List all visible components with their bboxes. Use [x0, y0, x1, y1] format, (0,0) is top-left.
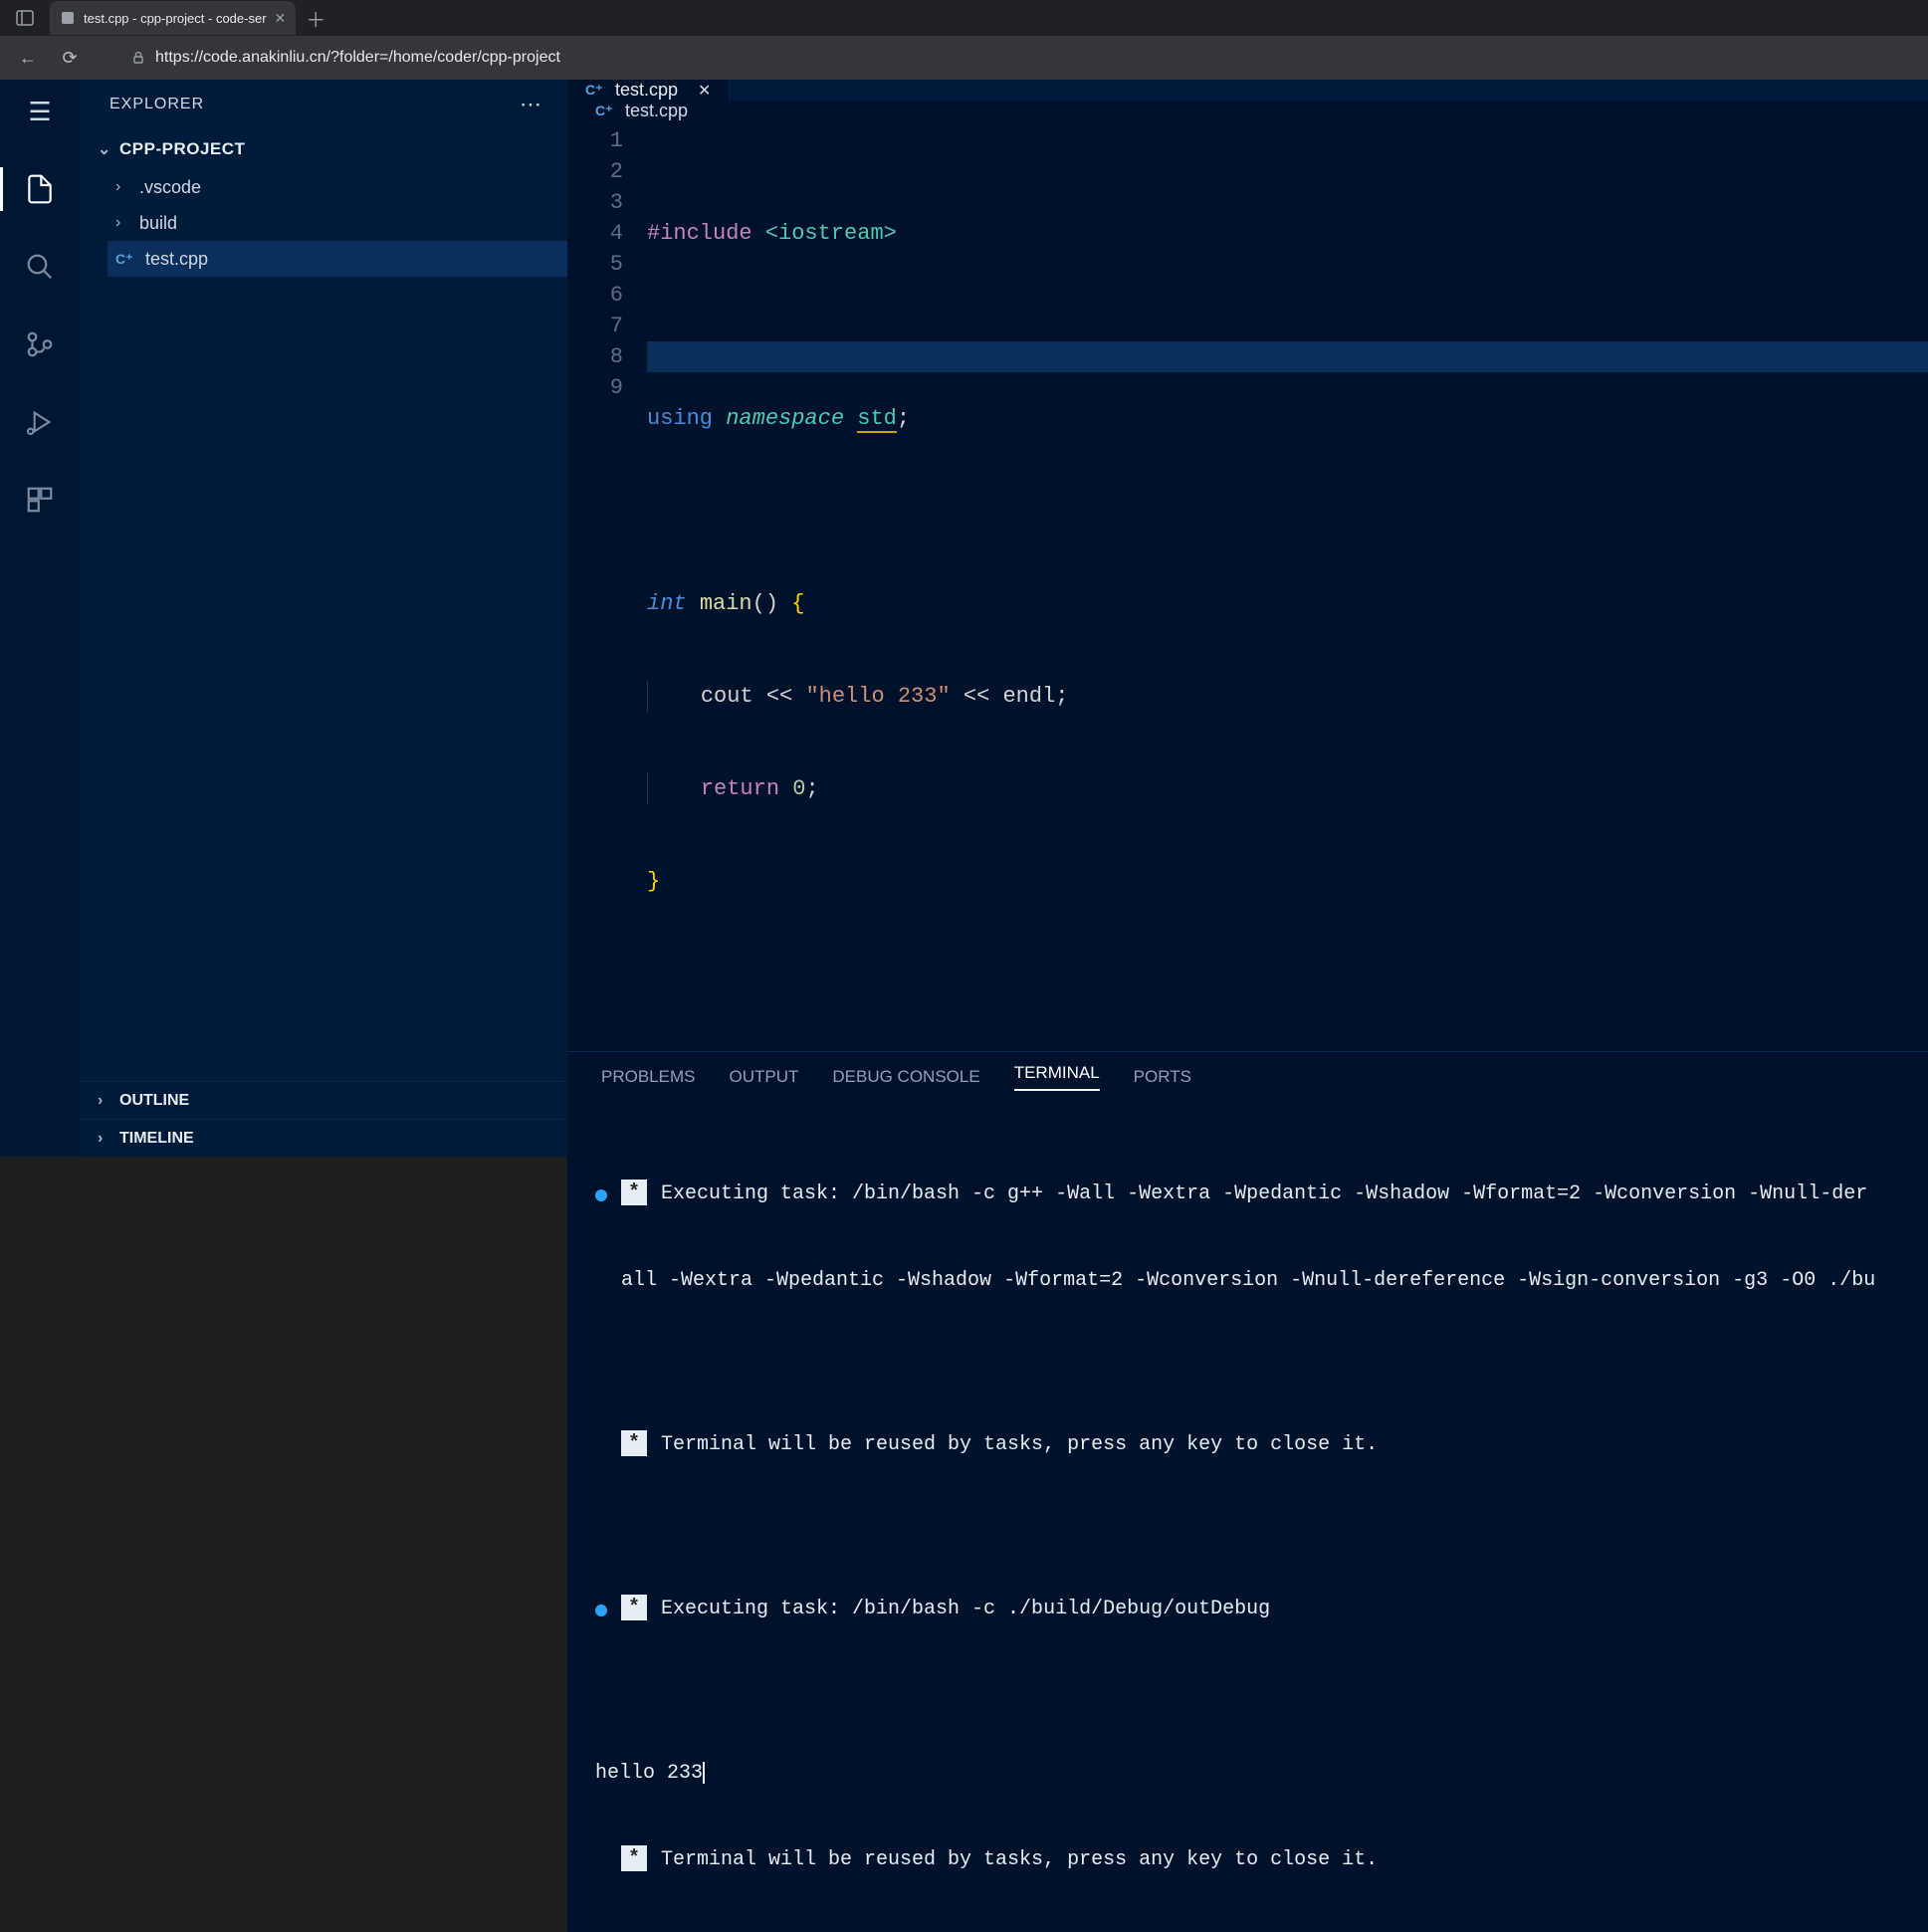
source-control-icon[interactable]	[16, 321, 64, 368]
browser-tab-title: test.cpp - cpp-project - code-ser	[84, 11, 267, 26]
file-tree: › .vscode › build C⁺ test.cpp	[80, 169, 567, 277]
chevron-right-icon: ›	[115, 178, 129, 196]
vscode-app: ☰ EXPLORER ⋯ ⌄ CPP-PROJECT › .vsc	[0, 80, 1928, 1157]
cpp-file-icon: C⁺	[115, 251, 135, 268]
refresh-button[interactable]: ⟳	[56, 48, 84, 69]
tab-ports[interactable]: PORTS	[1134, 1067, 1191, 1087]
address-bar: ← ⟳ https://code.anakinliu.cn/?folder=/h…	[0, 36, 1928, 80]
code-editor[interactable]: 123456789 #include <iostream> using name…	[567, 121, 1928, 1051]
tab-terminal[interactable]: TERMINAL	[1014, 1063, 1100, 1091]
editor-area: C⁺ test.cpp ✕ C⁺ test.cpp 123456789 #inc…	[567, 80, 1928, 1157]
breadcrumb[interactable]: C⁺ test.cpp	[567, 101, 1928, 121]
more-actions-icon[interactable]: ⋯	[520, 92, 543, 117]
search-icon[interactable]	[16, 243, 64, 291]
url-field[interactable]: https://code.anakinliu.cn/?folder=/home/…	[131, 49, 1914, 67]
tree-item-label: test.cpp	[145, 249, 208, 270]
cursor-icon	[703, 1762, 705, 1784]
terminal-line: hello 233	[595, 1759, 1900, 1788]
folder-header[interactable]: ⌄ CPP-PROJECT	[80, 129, 567, 169]
section-label: TIMELINE	[119, 1130, 194, 1148]
task-badge: *	[621, 1845, 647, 1871]
terminal-line: Terminal will be reused by tasks, press …	[661, 1845, 1900, 1874]
panel-tabs: PROBLEMS OUTPUT DEBUG CONSOLE TERMINAL P…	[567, 1052, 1928, 1102]
editor-tabs: C⁺ test.cpp ✕	[567, 80, 1928, 101]
browser-chrome: test.cpp - cpp-project - code-ser ✕ ＋ ← …	[0, 0, 1928, 80]
terminal-line: Terminal will be reused by tasks, press …	[661, 1430, 1900, 1459]
terminal-output[interactable]: * Executing task: /bin/bash -c g++ -Wall…	[567, 1102, 1928, 1932]
close-icon[interactable]: ✕	[698, 81, 711, 101]
chevron-right-icon: ›	[115, 214, 129, 232]
task-indicator-icon	[595, 1189, 607, 1201]
task-indicator-icon	[595, 1605, 607, 1616]
breadcrumb-label: test.cpp	[625, 101, 688, 121]
chevron-right-icon: ›	[98, 1130, 111, 1148]
line-numbers: 123456789	[567, 125, 647, 1051]
browser-tab[interactable]: test.cpp - cpp-project - code-ser ✕	[50, 1, 296, 35]
new-tab-button[interactable]: ＋	[306, 4, 325, 33]
editor-tab-label: test.cpp	[615, 80, 678, 101]
lock-icon	[131, 51, 145, 65]
cpp-file-icon: C⁺	[595, 103, 615, 119]
url-text: https://code.anakinliu.cn/?folder=/home/…	[155, 49, 560, 67]
sidebar-toggle-icon[interactable]	[8, 1, 42, 35]
sidebar-title: EXPLORER	[109, 96, 204, 113]
tab-problems[interactable]: PROBLEMS	[601, 1067, 695, 1087]
code-content[interactable]: #include <iostream> using namespace std;…	[647, 125, 1928, 1051]
editor-tab-test-cpp[interactable]: C⁺ test.cpp ✕	[567, 80, 730, 101]
tree-folder-build[interactable]: › build	[107, 205, 567, 241]
browser-tab-strip: test.cpp - cpp-project - code-ser ✕ ＋	[0, 0, 1928, 36]
folder-name: CPP-PROJECT	[119, 139, 245, 159]
bottom-panel: PROBLEMS OUTPUT DEBUG CONSOLE TERMINAL P…	[567, 1051, 1928, 1932]
task-badge: *	[621, 1430, 647, 1456]
menu-icon[interactable]: ☰	[16, 88, 64, 135]
task-badge: *	[621, 1180, 647, 1205]
outline-section[interactable]: › OUTLINE	[80, 1081, 567, 1119]
cpp-file-icon: C⁺	[585, 82, 605, 99]
chevron-down-icon: ⌄	[98, 139, 111, 159]
activity-bar: ☰	[0, 80, 80, 1157]
tree-item-label: .vscode	[139, 177, 201, 198]
tab-output[interactable]: OUTPUT	[729, 1067, 798, 1087]
tab-debug-console[interactable]: DEBUG CONSOLE	[832, 1067, 979, 1087]
terminal-line: Executing task: /bin/bash -c g++ -Wall -…	[661, 1180, 1900, 1208]
explorer-sidebar: EXPLORER ⋯ ⌄ CPP-PROJECT › .vscode › bui…	[80, 80, 567, 1157]
timeline-section[interactable]: › TIMELINE	[80, 1119, 567, 1157]
tree-folder-vscode[interactable]: › .vscode	[107, 169, 567, 205]
tab-favicon	[60, 10, 76, 26]
terminal-line: all -Wextra -Wpedantic -Wshadow -Wformat…	[595, 1266, 1900, 1295]
extensions-icon[interactable]	[16, 476, 64, 524]
terminal-line: Executing task: /bin/bash -c ./build/Deb…	[661, 1595, 1900, 1623]
tree-item-label: build	[139, 213, 177, 234]
run-debug-icon[interactable]	[16, 398, 64, 446]
section-label: OUTLINE	[119, 1092, 189, 1110]
tree-file-test-cpp[interactable]: C⁺ test.cpp	[107, 241, 567, 277]
close-icon[interactable]: ✕	[275, 10, 287, 27]
chevron-right-icon: ›	[98, 1092, 111, 1110]
back-button[interactable]: ←	[14, 48, 42, 69]
task-badge: *	[621, 1595, 647, 1620]
explorer-icon[interactable]	[16, 165, 64, 213]
